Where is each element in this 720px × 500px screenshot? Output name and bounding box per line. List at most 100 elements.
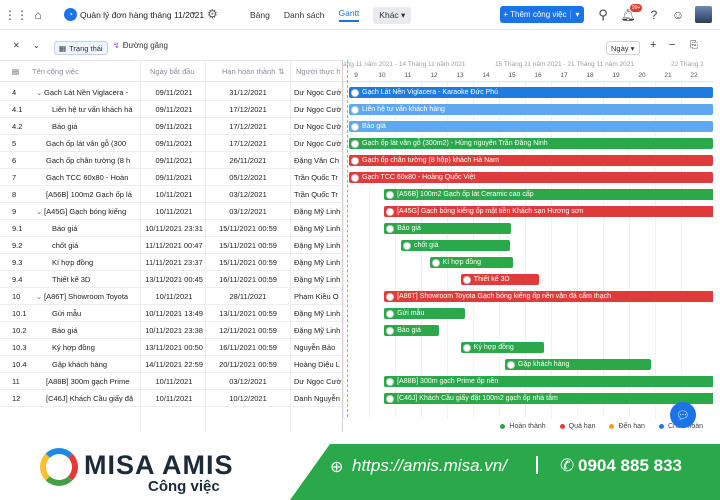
task-owner[interactable]: Đặng Mỹ Linh (294, 326, 342, 335)
task-owner[interactable]: Đặng Mỹ Linh (294, 241, 342, 250)
gantt-bar[interactable]: Gặp khách hàng (505, 359, 651, 370)
task-owner[interactable]: Đặng Mỹ Linh (294, 275, 342, 284)
table-row[interactable]: 9.1 Báo giá 10/11/2021 23:31 15/11/2021 00:… (0, 220, 342, 237)
collapse-icon[interactable]: ✕ (13, 41, 20, 50)
zoom-in-icon[interactable]: + (650, 39, 656, 51)
phone-number[interactable]: 0904 885 833 (578, 456, 682, 476)
task-start-date[interactable]: 09/11/2021 (144, 139, 204, 148)
task-owner[interactable]: Đặng Mỹ Linh (294, 309, 342, 318)
critical-path-toggle[interactable]: ↯ Đường găng (113, 41, 168, 50)
column-header-due[interactable]: Hạn hoàn thành (222, 67, 275, 76)
task-due-date[interactable]: 17/12/2021 (208, 122, 288, 131)
status-filter-chip[interactable]: ▦ Trạng thái (54, 41, 108, 55)
task-start-date[interactable]: 09/11/2021 (144, 156, 204, 165)
task-due-date[interactable]: 20/11/2021 00:59 (208, 360, 288, 369)
task-due-date[interactable]: 15/11/2021 00:59 (208, 258, 288, 267)
expand-caret-icon[interactable]: ⌄ (36, 207, 42, 216)
gantt-bar[interactable]: [A56B] 100m2 Gạch ốp lát Ceramic cao cấp (384, 189, 713, 200)
more-views-button[interactable]: Khác ▾ (373, 6, 412, 24)
table-row[interactable]: 12 [C46J] Khách Cầu giấy đặ 10/11/2021 10/1… (0, 390, 342, 407)
zoom-out-icon[interactable]: − (669, 39, 675, 51)
website-link[interactable]: https://amis.misa.vn/ (352, 456, 507, 476)
table-row[interactable]: 9 ⌄ [A45G] Gạch bóng kiếng 10/11/2021 03/12/… (0, 203, 342, 220)
task-start-date[interactable]: 14/11/2021 22:59 (144, 360, 204, 369)
column-header-owner[interactable]: Người thực h (296, 67, 341, 76)
task-name[interactable]: Gạch ốp lát vân gỗ (300 (46, 139, 137, 148)
task-name[interactable]: Gửi mẫu (52, 309, 137, 318)
gantt-bar[interactable]: [A45G] Gạch bóng kiếng ốp mặt tiền Khách… (384, 206, 713, 217)
apps-grid-icon[interactable]: ⋮⋮ (4, 7, 28, 23)
project-title[interactable]: Quản lý đơn hàng tháng 11/2021 (80, 10, 204, 20)
task-due-date[interactable]: 15/11/2021 00:59 (208, 224, 288, 233)
task-name[interactable]: [A56B] 100m2 Gạch ốp lá (46, 190, 137, 199)
table-row[interactable]: 10.2 Báo giá 10/11/2021 23:38 12/11/2021 00… (0, 322, 342, 339)
gantt-bar[interactable]: Báo giá (349, 121, 713, 132)
task-start-date[interactable]: 10/11/2021 (144, 394, 204, 403)
gantt-bar[interactable]: [A88B] 300m gạch Prime ốp nền (384, 376, 713, 387)
task-name[interactable]: Kí hợp đồng (52, 258, 137, 267)
column-header-name[interactable]: Tên công việc (32, 67, 79, 76)
chat-bubble-icon[interactable]: 💬︎ (670, 402, 696, 428)
task-name[interactable]: Báo giá (52, 224, 137, 233)
table-row[interactable]: 5 Gạch ốp lát vân gỗ (300 09/11/2021 17/12/… (0, 135, 342, 152)
task-name[interactable]: Gạch ốp chân tường (8 h (46, 156, 137, 165)
expand-caret-icon[interactable]: ⌄ (36, 88, 42, 97)
task-due-date[interactable]: 17/12/2021 (208, 105, 288, 114)
task-owner[interactable]: Dư Ngọc Cườ (294, 377, 342, 386)
gantt-bar[interactable]: [A86T] Showroom Toyota Gạch bóng kiếng ố… (384, 291, 713, 302)
table-row[interactable]: 10.1 Gửi mẫu 10/11/2021 13:49 13/11/2021 00… (0, 305, 342, 322)
gantt-bar[interactable]: Báo giá (384, 223, 512, 234)
task-start-date[interactable]: 10/11/2021 (144, 377, 204, 386)
task-start-date[interactable]: 10/11/2021 23:31 (144, 224, 204, 233)
add-task-dropdown-icon[interactable]: ▾ (570, 10, 584, 19)
tab-gantt[interactable]: Gantt (338, 8, 360, 22)
task-start-date[interactable]: 11/11/2021 00:47 (144, 241, 204, 250)
task-due-date[interactable]: 03/12/2021 (208, 190, 288, 199)
task-name[interactable]: Liên hệ tư vấn khách hà (52, 105, 137, 114)
table-row[interactable]: 9.4 Thiết kế 3D 13/11/2021 00:45 16/11/2021… (0, 271, 342, 288)
table-row[interactable]: 10.4 Gặp khách hàng 14/11/2021 22:59 20/11/… (0, 356, 342, 373)
expand-all-icon[interactable]: ⌄ (33, 41, 40, 50)
task-owner[interactable]: Danh Nguyễn (294, 394, 342, 403)
expand-caret-icon[interactable]: ⌄ (36, 292, 42, 301)
task-owner[interactable]: Đặng Mỹ Linh (294, 207, 342, 216)
project-dropdown-icon[interactable]: ▾ (192, 10, 196, 18)
task-start-date[interactable]: 10/11/2021 (144, 292, 204, 301)
table-row[interactable]: 8 [A56B] 100m2 Gạch ốp lá 10/11/2021 03/12/… (0, 186, 342, 203)
gantt-bar[interactable]: Ký hợp đồng (460, 342, 544, 353)
task-name[interactable]: chốt giá (52, 241, 137, 250)
task-owner[interactable]: Đặng Mỹ Linh (294, 224, 342, 233)
sort-icon[interactable]: ⇅ (278, 67, 284, 76)
task-name[interactable]: Gạch TCC 60x80 - Hoàn (46, 173, 137, 182)
table-row[interactable]: 10.3 Ký hợp đồng 13/11/2021 00:50 16/11/202… (0, 339, 342, 356)
table-row[interactable]: 10 ⌄ [A86T] Showroom Toyota 10/11/2021 28/11… (0, 288, 342, 305)
gantt-bar[interactable]: Kí hợp đồng (429, 257, 513, 268)
column-header-start[interactable]: Ngày bắt đầu (150, 67, 195, 76)
gantt-bar[interactable]: Gửi mẫu (384, 308, 465, 319)
task-due-date[interactable]: 16/11/2021 00:59 (208, 275, 288, 284)
task-due-date[interactable]: 31/12/2021 (208, 88, 288, 97)
task-owner[interactable]: Dư Ngọc Cườ (294, 105, 342, 114)
help-icon[interactable]: ? (646, 7, 662, 23)
gantt-bar[interactable]: Báo giá (384, 325, 439, 336)
task-name[interactable]: Gặp khách hàng (52, 360, 137, 369)
task-owner[interactable]: Dư Ngọc Cườ (294, 122, 342, 131)
task-name[interactable]: Báo giá (52, 326, 137, 335)
table-row[interactable]: 7 Gạch TCC 60x80 - Hoàn 09/11/2021 05/12/20… (0, 169, 342, 186)
smiley-icon[interactable]: ☺ (670, 7, 686, 23)
zoom-select[interactable]: Ngày ▾ (606, 41, 640, 55)
task-due-date[interactable]: 15/11/2021 00:59 (208, 241, 288, 250)
table-row[interactable]: 6 Gạch ốp chân tường (8 h 09/11/2021 26/11/… (0, 152, 342, 169)
table-row[interactable]: 4.1 Liên hệ tư vấn khách hà 09/11/2021 17/1… (0, 101, 342, 118)
task-due-date[interactable]: 16/11/2021 00:59 (208, 343, 288, 352)
add-task-button[interactable]: + Thêm công việc ▾ (500, 6, 584, 23)
tab-table[interactable]: Bảng (250, 10, 270, 20)
task-name[interactable]: [C46J] Khách Cầu giấy đặ (46, 394, 137, 403)
task-owner[interactable]: Đặng Mỹ Linh (294, 258, 342, 267)
table-row[interactable]: 4 ⌄ Gạch Lát Nền Viglacera - 09/11/2021 31/1… (0, 84, 342, 101)
task-due-date[interactable]: 05/12/2021 (208, 173, 288, 182)
table-row[interactable]: 11 [A88B] 300m gạch Prime 10/11/2021 03/12/… (0, 373, 342, 390)
task-owner[interactable]: Hoàng Diệu L (294, 360, 342, 369)
column-settings-icon[interactable]: ▤ (12, 67, 19, 76)
task-name[interactable]: [A86T] Showroom Toyota (44, 292, 137, 301)
